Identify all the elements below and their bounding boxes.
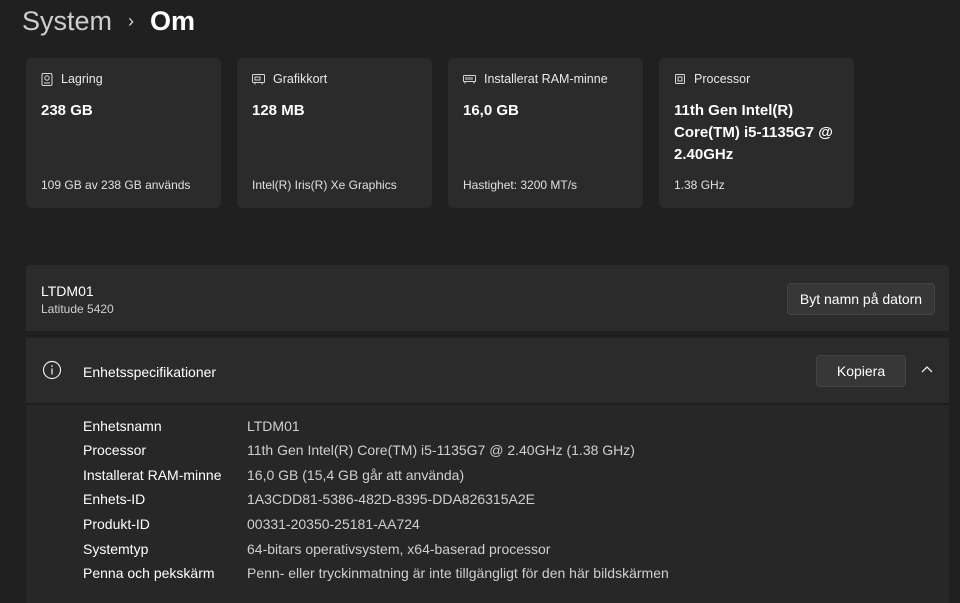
spec-value: Penn- eller tryckinmatning är inte tillg…: [247, 565, 669, 581]
spec-row[interactable]: Penna och pekskärm Penn- eller tryckinma…: [83, 561, 669, 585]
spec-value: LTDM01: [247, 418, 300, 434]
card-subtext: Intel(R) Iris(R) Xe Graphics: [252, 178, 397, 192]
card-header: Installerat RAM-minne: [463, 72, 628, 86]
spec-value: 1A3CDD81-5386-482D-8395-DDA826315A2E: [247, 491, 535, 507]
spec-row[interactable]: Enhets-ID 1A3CDD81-5386-482D-8395-DDA826…: [83, 487, 535, 511]
breadcrumb: System › Om: [22, 4, 195, 38]
ram-icon: [463, 75, 476, 84]
storage-card[interactable]: Lagring 238 GB 109 GB av 238 GB används: [26, 58, 221, 208]
card-value: 16,0 GB: [463, 102, 519, 119]
spec-label: Systemtyp: [83, 541, 149, 557]
storage-icon: [41, 72, 53, 86]
card-subtext: 1.38 GHz: [674, 178, 725, 192]
card-title: Processor: [694, 72, 751, 86]
graphics-card[interactable]: Grafikkort 128 MB Intel(R) Iris(R) Xe Gr…: [237, 58, 432, 208]
card-title: Grafikkort: [273, 72, 328, 86]
graphics-card-icon: [252, 74, 265, 85]
ram-card[interactable]: Installerat RAM-minne 16,0 GB Hastighet:…: [448, 58, 643, 208]
device-model: Latitude 5420: [41, 302, 114, 316]
spec-row[interactable]: Systemtyp 64-bitars operativsystem, x64-…: [83, 537, 550, 561]
card-header: Grafikkort: [252, 72, 417, 86]
rename-pc-button[interactable]: Byt namn på datorn: [787, 283, 935, 315]
spec-label: Installerat RAM-minne: [83, 467, 222, 483]
spec-row[interactable]: Installerat RAM-minne 16,0 GB (15,4 GB g…: [83, 463, 464, 487]
info-icon: [42, 360, 62, 380]
spec-label: Enhets-ID: [83, 491, 146, 507]
spec-label: Produkt-ID: [83, 516, 150, 532]
spec-label: Penna och pekskärm: [83, 565, 215, 581]
chevron-up-icon[interactable]: [921, 365, 933, 373]
device-name: LTDM01: [41, 283, 94, 299]
card-header: Processor: [674, 72, 839, 86]
spec-value: 64-bitars operativsystem, x64-baserad pr…: [247, 541, 551, 557]
card-title: Installerat RAM-minne: [484, 72, 608, 86]
processor-icon: [675, 74, 685, 84]
card-value: 11th Gen Intel(R) Core(TM) i5-1135G7 @ 2…: [674, 102, 833, 163]
device-specs-header[interactable]: Enhetsspecifikationer Kopiera: [26, 338, 949, 404]
copy-button[interactable]: Kopiera: [816, 355, 906, 387]
spec-value: 16,0 GB (15,4 GB går att använda): [247, 467, 465, 483]
processor-card[interactable]: Processor 11th Gen Intel(R) Core(TM) i5-…: [659, 58, 854, 208]
spec-row[interactable]: Enhetsnamn LTDM01: [83, 414, 300, 438]
spec-label: Enhetsnamn: [83, 418, 162, 434]
page-title: Om: [150, 5, 196, 36]
breadcrumb-system-link[interactable]: System: [22, 6, 112, 37]
card-header: Lagring: [41, 72, 206, 86]
spec-value: 00331-20350-25181-AA724: [247, 516, 420, 532]
card-value: 128 MB: [252, 102, 305, 119]
spec-cards: Lagring 238 GB 109 GB av 238 GB används …: [26, 58, 854, 208]
spec-row[interactable]: Produkt-ID 00331-20350-25181-AA724: [83, 512, 420, 536]
card-value: 238 GB: [41, 102, 93, 119]
card-subtext: Hastighet: 3200 MT/s: [463, 178, 578, 192]
spec-value: 11th Gen Intel(R) Core(TM) i5-1135G7 @ 2…: [247, 442, 635, 458]
device-name-row: LTDM01 Latitude 5420 Byt namn på datorn: [26, 265, 949, 331]
spec-row[interactable]: Processor 11th Gen Intel(R) Core(TM) i5-…: [83, 438, 635, 462]
breadcrumb-separator: ›: [128, 10, 135, 31]
spec-label: Processor: [83, 442, 147, 458]
card-subtext: 109 GB av 238 GB används: [41, 178, 191, 192]
device-specs-title: Enhetsspecifikationer: [83, 364, 217, 380]
device-specs-list: Enhetsnamn LTDM01 Processor 11th Gen Int…: [26, 405, 949, 603]
card-title: Lagring: [61, 72, 103, 86]
